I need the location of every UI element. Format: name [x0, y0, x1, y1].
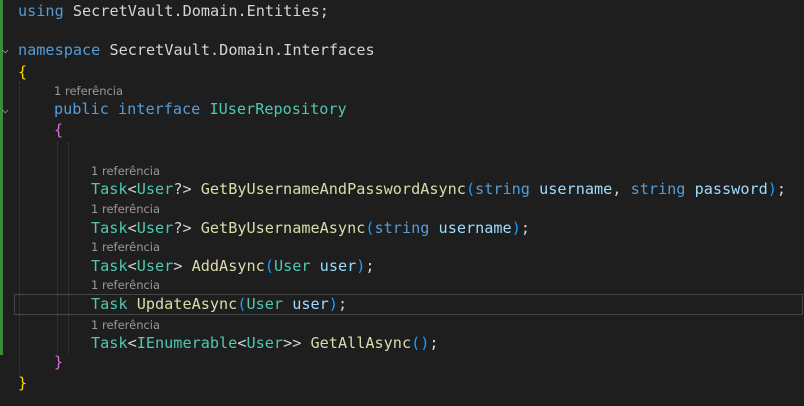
- punctuation: <: [127, 180, 137, 198]
- semicolon: ;: [429, 334, 439, 352]
- punctuation: <: [127, 334, 137, 352]
- code-line-brace[interactable]: {: [54, 120, 63, 140]
- codelens-references[interactable]: 1 referência: [91, 318, 160, 332]
- keyword: namespace: [18, 41, 101, 59]
- brace: }: [54, 353, 64, 371]
- punctuation: >: [173, 257, 183, 275]
- codelens-references[interactable]: 1 referência: [91, 202, 160, 216]
- code-line-brace[interactable]: {: [18, 62, 27, 82]
- method-name: UpdateAsync: [136, 295, 238, 313]
- interface-name: IUserRepository: [209, 100, 347, 118]
- type-name: Task: [91, 180, 128, 198]
- type-name: User: [136, 219, 174, 237]
- method-name: GetByUsernameAndPasswordAsync: [200, 180, 466, 198]
- code-line-interface[interactable]: public interface IUserRepository: [54, 99, 347, 119]
- namespace-name: SecretVault.Domain.Interfaces: [109, 41, 375, 59]
- type-name: User: [136, 180, 174, 198]
- code-line-method[interactable]: Task<IEnumerable<User>> GetAllAsync();: [91, 333, 439, 353]
- paren: (: [365, 219, 375, 237]
- type-name: User: [273, 257, 311, 275]
- codelens-references[interactable]: 1 referência: [91, 278, 160, 292]
- semicolon: ;: [520, 219, 531, 237]
- semicolon: ;: [365, 257, 375, 275]
- code-line-using[interactable]: using SecretVault.Domain.Entities;: [18, 1, 329, 21]
- type-name: User: [246, 295, 284, 313]
- brace: }: [18, 374, 28, 392]
- type-name: Task: [91, 219, 128, 237]
- code-line-brace[interactable]: }: [54, 352, 63, 372]
- indent-guide: [57, 142, 58, 354]
- param-name: password: [694, 180, 768, 198]
- keyword: interface: [118, 100, 201, 118]
- method-name: GetAllAsync: [310, 334, 412, 352]
- paren: ): [511, 219, 521, 237]
- codelens-references[interactable]: 1 referência: [54, 84, 123, 98]
- punctuation: ?>: [173, 219, 192, 237]
- param-name: user: [319, 257, 357, 275]
- keyword: string: [630, 180, 686, 198]
- method-name: AddAsync: [191, 257, 265, 275]
- keyword: string: [475, 180, 530, 198]
- codelens-references[interactable]: 1 referência: [91, 164, 160, 178]
- fold-chevron-icon[interactable]: ⌵: [2, 44, 14, 56]
- keyword: using: [18, 2, 64, 20]
- param-name: username: [539, 180, 613, 198]
- type-name: Task: [91, 257, 128, 275]
- code-line-method[interactable]: Task<User> AddAsync(User user);: [91, 256, 375, 276]
- code-line-method[interactable]: Task<User?> GetByUsernameAndPasswordAsyn…: [91, 179, 786, 199]
- type-name: User: [136, 257, 174, 275]
- semicolon: ;: [776, 180, 787, 198]
- brace: {: [54, 121, 64, 139]
- type-name: Task: [91, 295, 128, 313]
- semicolon: ;: [319, 2, 329, 20]
- param-name: username: [438, 219, 512, 237]
- punctuation: ?>: [173, 180, 192, 198]
- keyword: public: [54, 100, 109, 118]
- semicolon: ;: [337, 295, 348, 313]
- param-name: user: [292, 295, 329, 313]
- code-line-brace[interactable]: }: [18, 373, 27, 393]
- paren: (: [264, 257, 274, 275]
- punctuation: <: [127, 219, 137, 237]
- indent-guide: [68, 142, 69, 354]
- indent-guide: [19, 82, 20, 374]
- fold-chevron-icon[interactable]: ⌵: [2, 104, 14, 116]
- punctuation: <: [127, 257, 137, 275]
- method-name: GetByUsernameAsync: [200, 219, 366, 237]
- codelens-references[interactable]: 1 referência: [91, 240, 160, 254]
- code-line-namespace[interactable]: namespace SecretVault.Domain.Interfaces: [18, 40, 375, 60]
- type-name: Task: [91, 334, 128, 352]
- brace: {: [18, 63, 28, 81]
- code-line-method[interactable]: Task UpdateAsync(User user);: [91, 294, 347, 314]
- punctuation: ,: [612, 180, 631, 198]
- paren: (: [465, 180, 476, 198]
- namespace-name: SecretVault.Domain.Entities: [72, 2, 320, 20]
- code-line-method[interactable]: Task<User?> GetByUsernameAsync(string us…: [91, 218, 530, 238]
- keyword: string: [374, 219, 430, 237]
- paren: (): [411, 334, 430, 352]
- paren: ): [767, 180, 777, 198]
- punctuation: >>: [283, 334, 302, 352]
- code-editor[interactable]: using SecretVault.Domain.Entities; ⌵ nam…: [0, 0, 804, 406]
- type-name: User: [246, 334, 284, 352]
- type-name: IEnumerable: [136, 334, 238, 352]
- paren: ): [328, 295, 338, 313]
